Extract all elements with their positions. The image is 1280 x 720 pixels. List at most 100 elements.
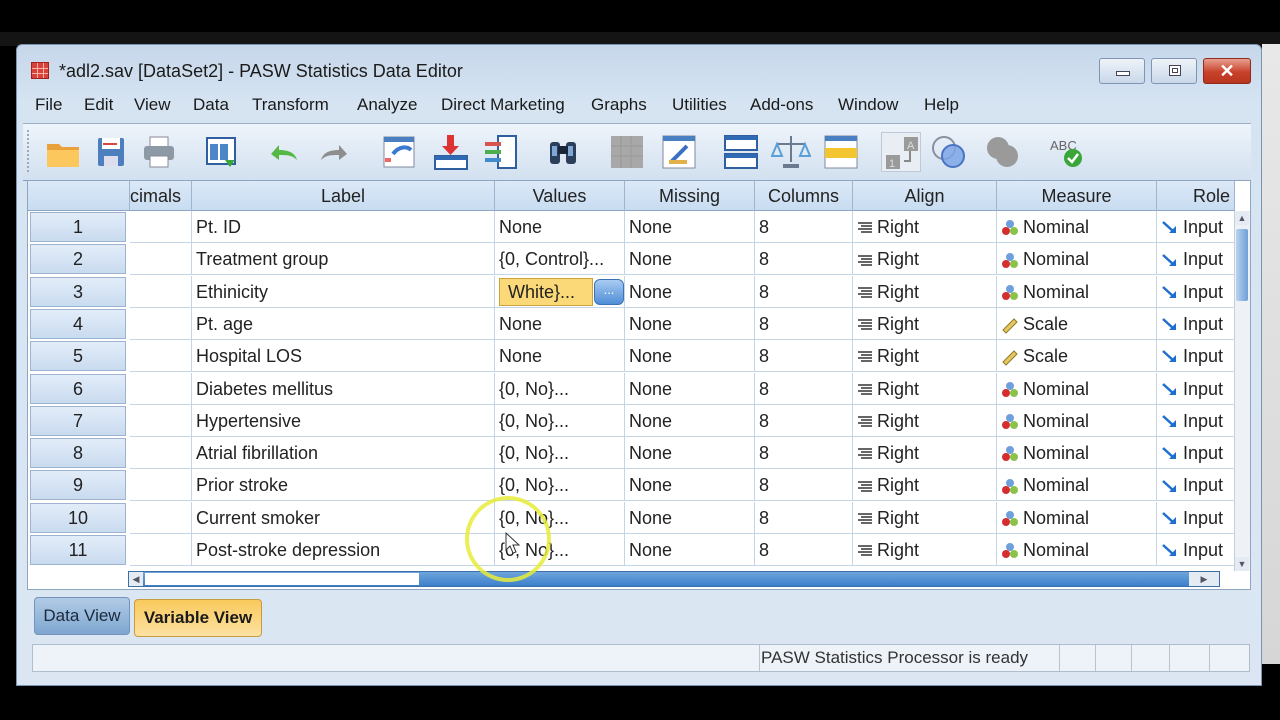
row-header[interactable]: 7 [30,405,126,436]
row-header[interactable]: 8 [30,438,126,469]
row-header[interactable]: 4 [30,308,126,339]
cell-columns[interactable]: 8 [755,372,853,405]
goto-case-icon[interactable] [379,132,419,172]
menu-data[interactable]: Data [193,95,229,115]
vertical-scrollbar[interactable]: ▲ ▼ [1234,211,1250,571]
menu-add-ons[interactable]: Add-ons [750,95,813,115]
insert-variable-icon[interactable] [659,132,699,172]
cell-role[interactable]: Input [1157,534,1235,566]
column-header-decimals[interactable]: cimals [130,181,192,211]
cell-decimals[interactable] [130,501,192,534]
cell-align[interactable]: Right [853,404,997,437]
cell-label[interactable]: Post-stroke depression [192,534,495,566]
cell-missing[interactable]: None [625,534,755,566]
cell-values[interactable]: None [495,211,625,243]
cell-missing[interactable]: None [625,469,755,502]
cell-align[interactable]: Right [853,340,997,373]
cell-label[interactable]: Prior stroke [192,469,495,502]
goto-variable-icon[interactable] [431,132,471,172]
cell-columns[interactable]: 8 [755,275,853,308]
cell-decimals[interactable] [130,469,192,502]
undo-icon[interactable] [263,132,303,172]
cell-role[interactable]: Input [1157,501,1235,534]
cell-role[interactable]: Input [1157,211,1235,243]
cell-align[interactable]: Right [853,372,997,405]
cell-role[interactable]: Input [1157,404,1235,437]
cell-columns[interactable]: 8 [755,534,853,566]
find-icon[interactable] [543,132,583,172]
cell-label[interactable]: Ethinicity [192,275,495,308]
row-header[interactable]: 5 [30,341,126,372]
cell-align[interactable]: Right [853,243,997,276]
menu-window[interactable]: Window [838,95,898,115]
cell-role[interactable]: Input [1157,437,1235,470]
row-header[interactable]: 11 [30,535,126,565]
close-button[interactable]: ✕ [1203,58,1251,84]
menu-view[interactable]: View [134,95,171,115]
menu-help[interactable]: Help [924,95,959,115]
save-icon[interactable] [91,132,131,172]
column-header-values[interactable]: Values [495,181,625,211]
scroll-left-icon[interactable]: ◀ [129,572,143,586]
cell-measure[interactable]: Nominal [997,469,1157,502]
menu-utilities[interactable]: Utilities [672,95,727,115]
column-header-columns[interactable]: Columns [755,181,853,211]
cell-decimals[interactable] [130,340,192,373]
cell-align[interactable]: Right [853,501,997,534]
cell-label[interactable]: Pt. age [192,307,495,340]
cell-label[interactable]: Pt. ID [192,211,495,243]
cell-values[interactable]: {0, No}... [495,437,625,470]
cell-decimals[interactable] [130,243,192,276]
cell-align[interactable]: Right [853,534,997,566]
cell-decimals[interactable] [130,275,192,308]
menu-file[interactable]: File [35,95,62,115]
select-cases-icon[interactable] [821,132,861,172]
split-file-icon[interactable] [721,132,761,172]
cell-role[interactable]: Input [1157,469,1235,502]
cell-columns[interactable]: 8 [755,307,853,340]
column-header-measure[interactable]: Measure [997,181,1157,211]
redo-icon[interactable] [315,132,355,172]
cell-role[interactable]: Input [1157,372,1235,405]
scroll-down-icon[interactable]: ▼ [1235,557,1249,571]
value-labels-ellipsis-button[interactable]: ... [594,278,624,305]
show-all-variables-icon[interactable] [983,132,1023,172]
recall-dialog-icon[interactable] [201,132,241,172]
cell-measure[interactable]: Nominal [997,404,1157,437]
cell-measure[interactable]: Nominal [997,243,1157,276]
cell-measure[interactable]: Scale [997,340,1157,373]
open-folder-icon[interactable] [43,132,83,172]
cell-decimals[interactable] [130,307,192,340]
cell-missing[interactable]: None [625,243,755,276]
cell-measure[interactable]: Nominal [997,275,1157,308]
tab-data-view[interactable]: Data View [34,597,130,635]
cell-columns[interactable]: 8 [755,340,853,373]
cell-measure[interactable]: Nominal [997,372,1157,405]
cell-align[interactable]: Right [853,307,997,340]
cell-missing[interactable]: None [625,501,755,534]
cell-columns[interactable]: 8 [755,469,853,502]
cell-columns[interactable]: 8 [755,404,853,437]
cell-label[interactable]: Diabetes mellitus [192,372,495,405]
row-header[interactable]: 6 [30,373,126,404]
horizontal-scroll-thumb[interactable] [145,573,419,585]
cell-values[interactable]: {0, Control}... [495,243,625,276]
horizontal-scrollbar[interactable]: ◀ ▶ [128,571,1220,587]
cell-label[interactable]: Treatment group [192,243,495,276]
cell-role[interactable]: Input [1157,243,1235,276]
cell-decimals[interactable] [130,534,192,566]
cell-measure[interactable]: Nominal [997,501,1157,534]
cell-missing[interactable]: None [625,372,755,405]
menu-transform[interactable]: Transform [252,95,329,115]
column-header-align[interactable]: Align [853,181,997,211]
use-variable-sets-icon[interactable] [929,132,969,172]
row-header[interactable]: 3 [30,276,126,307]
values-editing-cell[interactable]: White}... [499,277,593,306]
cell-measure[interactable]: Nominal [997,437,1157,470]
cell-values[interactable]: {0, No}... [495,404,625,437]
cell-role[interactable]: Input [1157,307,1235,340]
weight-cases-icon[interactable] [770,132,812,172]
scroll-right-icon[interactable]: ▶ [1189,572,1219,586]
menu-graphs[interactable]: Graphs [591,95,647,115]
print-icon[interactable] [139,132,179,172]
